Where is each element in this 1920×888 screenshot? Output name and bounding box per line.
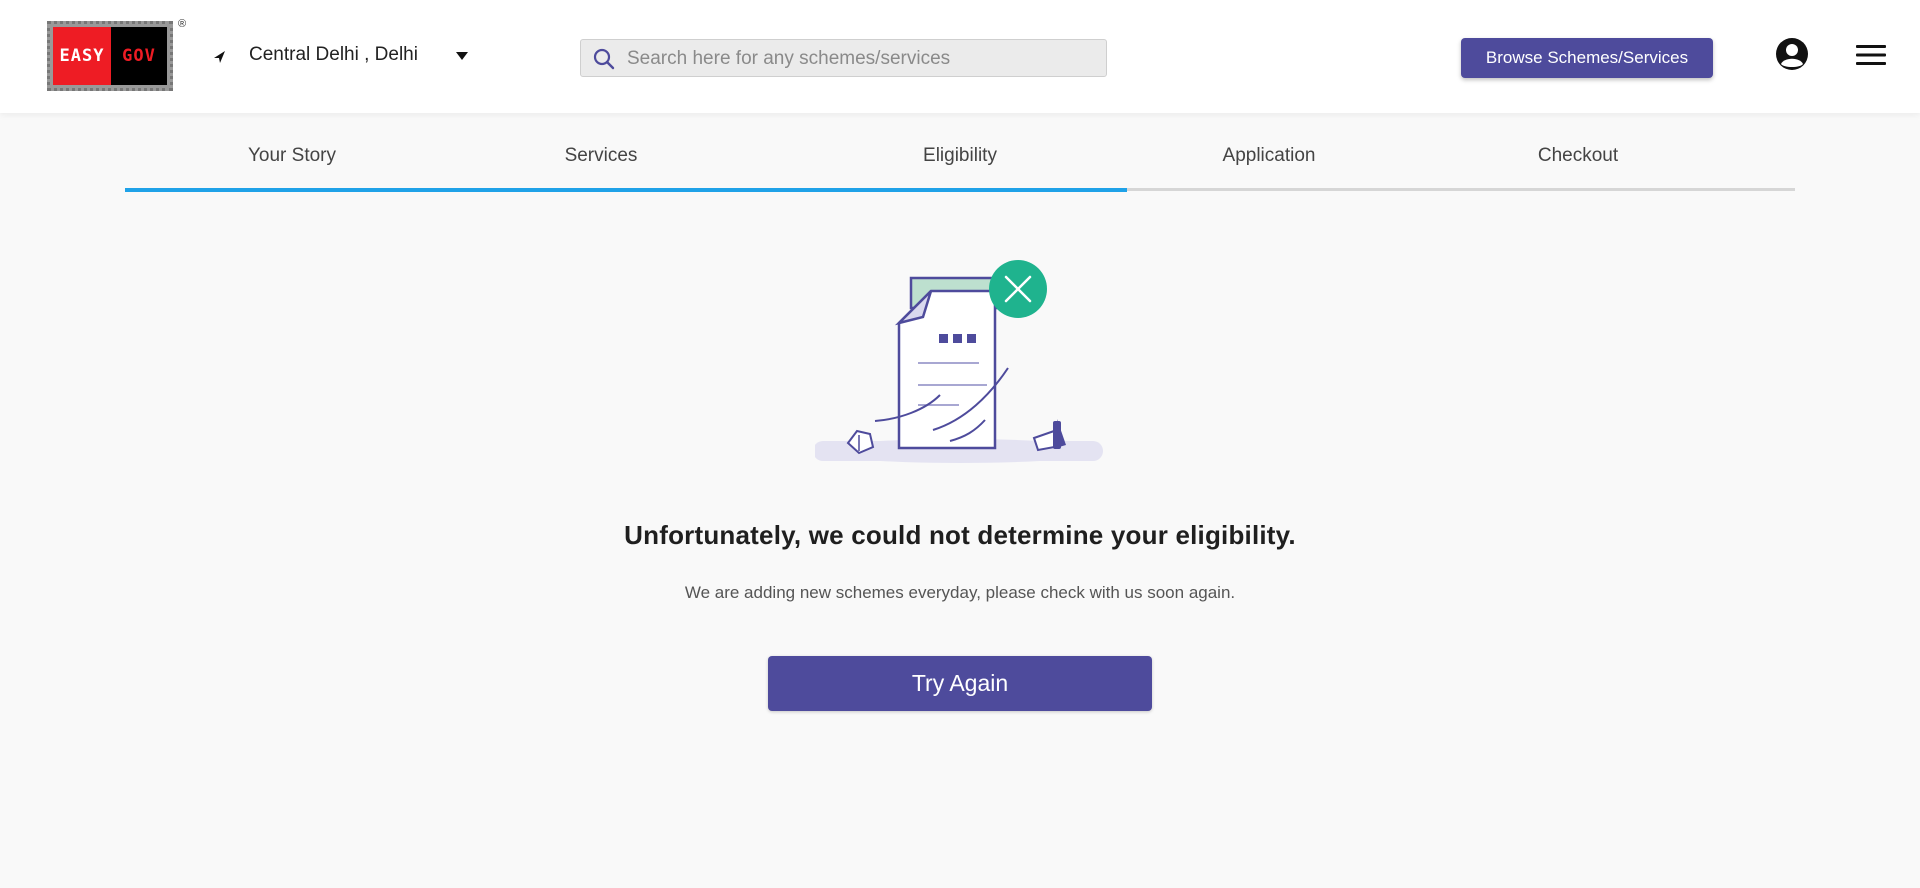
menu-icon[interactable] — [1856, 44, 1886, 66]
user-icon[interactable] — [1775, 37, 1809, 71]
registered-mark: ® — [178, 18, 187, 30]
location-arrow-icon[interactable] — [211, 49, 227, 65]
logo-body: EASY GOV — [53, 27, 167, 85]
tab-checkout[interactable]: Checkout — [1411, 145, 1745, 167]
tab-eligibility[interactable]: Eligibility — [793, 145, 1127, 167]
logo-text-gov: GOV — [111, 27, 167, 85]
search-bar — [580, 39, 1107, 78]
caret-down-icon[interactable] — [455, 51, 469, 61]
result-title: Unfortunately, we could not determine yo… — [624, 520, 1296, 550]
step-progress-fill — [125, 188, 1127, 192]
step-tabs: Your Story Services Eligibility Applicat… — [125, 145, 1795, 193]
top-header: EASY GOV ® Central Delhi , Delhi Browse … — [0, 0, 1920, 113]
search-icon[interactable] — [593, 48, 615, 70]
browse-schemes-button[interactable]: Browse Schemes/Services — [1461, 38, 1713, 78]
step-progress-track — [125, 188, 1795, 192]
logo-text-easy: EASY — [53, 27, 111, 85]
tab-application[interactable]: Application — [1102, 145, 1436, 167]
rejected-document-illustration — [815, 260, 1103, 463]
tab-your-story[interactable]: Your Story — [125, 145, 459, 167]
result-subtitle: We are adding new schemes everyday, plea… — [684, 583, 1236, 602]
try-again-button[interactable]: Try Again — [768, 656, 1152, 711]
tab-services[interactable]: Services — [434, 145, 768, 167]
location-label[interactable]: Central Delhi , Delhi — [249, 44, 418, 66]
easygov-logo[interactable]: EASY GOV — [47, 21, 173, 91]
search-input[interactable] — [625, 40, 1099, 78]
